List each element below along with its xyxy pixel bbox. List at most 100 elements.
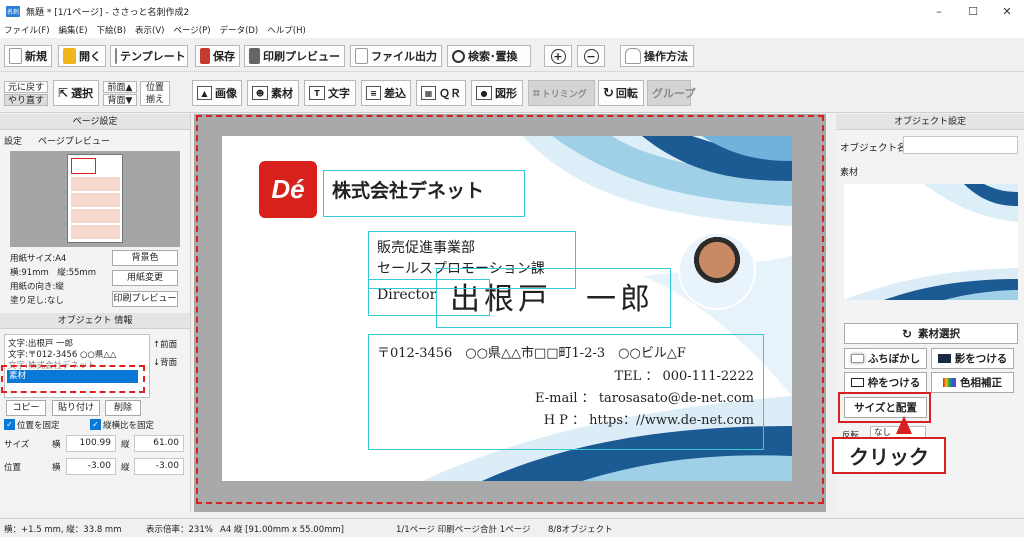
zoom-in-icon: +: [550, 48, 566, 64]
search-icon: [452, 49, 465, 63]
frame-icon: [850, 378, 864, 387]
qr-icon: ▦: [421, 86, 436, 100]
object-info-header: オブジェクト 情報: [0, 313, 190, 329]
image-icon: ▲: [197, 86, 212, 100]
click-callout: クリック: [832, 437, 946, 474]
send-back-button[interactable]: 背面▼: [103, 94, 137, 106]
redo-button[interactable]: やり直す: [4, 94, 48, 106]
undo-button[interactable]: 元に戻す: [4, 81, 48, 93]
maximize-button[interactable]: ☐: [958, 2, 988, 20]
save-icon: [200, 48, 210, 64]
pos-x-input[interactable]: -3.00: [66, 458, 116, 475]
tab-page-preview[interactable]: ページプレビュー: [38, 134, 110, 147]
new-button[interactable]: 新規: [4, 45, 52, 67]
rotate-icon: ↻: [603, 85, 614, 101]
profile-photo[interactable]: [678, 232, 756, 310]
image-tool-button[interactable]: ▲ 画像: [192, 80, 242, 106]
size-height-input[interactable]: 61.00: [134, 435, 184, 452]
tab-settings[interactable]: 設定: [4, 134, 22, 147]
app-icon: 名刺: [6, 5, 20, 17]
file-output-button[interactable]: ファイル出力: [350, 45, 442, 67]
page-count: 1/1ページ 印刷ページ合計 1ページ: [396, 525, 531, 535]
menu-background[interactable]: 下絵(B): [97, 24, 126, 36]
select-material-button[interactable]: ↻ 素材選択: [844, 323, 1018, 344]
cursor-arrow-icon: ⇱: [58, 86, 69, 100]
menu-help[interactable]: ヘルプ(H): [267, 24, 306, 36]
front-button[interactable]: ↑前面: [153, 338, 177, 350]
zoom-in-button[interactable]: +: [544, 45, 572, 67]
menu-file[interactable]: ファイル(F): [4, 24, 50, 36]
fix-ratio-checkbox[interactable]: ✓: [90, 419, 101, 430]
object-name-label: オブジェクト名: [840, 143, 907, 154]
align-button[interactable]: 位置 揃え: [140, 81, 170, 106]
shadow-icon: [937, 354, 951, 363]
pos-y-input[interactable]: -3.00: [134, 458, 184, 475]
size-width-input[interactable]: 100.99: [66, 435, 116, 452]
background-color-button[interactable]: 背景色: [112, 250, 178, 266]
material-preview: [844, 184, 1018, 300]
group-tool-button[interactable]: グループ: [647, 80, 695, 106]
selection-box-company: [323, 170, 525, 217]
blur-edge-button[interactable]: ふちぼかし: [844, 348, 927, 369]
zoom-level: 表示倍率：231%: [146, 525, 213, 535]
fix-position-checkbox[interactable]: ✓: [4, 419, 15, 430]
menu-edit[interactable]: 編集(E): [59, 24, 88, 36]
card-slots: [71, 177, 120, 240]
qr-tool-button[interactable]: ▦ ＱＲ: [416, 80, 466, 106]
blur-icon: [850, 354, 864, 363]
object-name-input[interactable]: [903, 136, 1018, 154]
rotate-tool-button[interactable]: ↻ 回転: [598, 80, 644, 106]
fix-position-label: 位置を固定: [17, 421, 60, 431]
zoom-out-button[interactable]: −: [577, 45, 605, 67]
tab-material[interactable]: 素材: [840, 165, 858, 178]
minimize-button[interactable]: –: [924, 2, 954, 20]
trim-tool-button[interactable]: ⌗ トリミング: [528, 80, 595, 106]
zoom-out-icon: −: [583, 48, 599, 64]
color-correct-button[interactable]: 色相補正: [931, 372, 1014, 393]
change-paper-button[interactable]: 用紙変更: [112, 270, 178, 286]
callout-arrow: [896, 416, 912, 434]
selection-box-name: [436, 268, 671, 328]
delete-button[interactable]: 削除: [105, 400, 141, 416]
size-height-label: 縦: [121, 440, 130, 450]
fix-ratio-label: 縦横比を固定: [103, 421, 155, 431]
select-tool-button[interactable]: ⇱ 選択: [53, 80, 99, 106]
selection-box-address: [368, 334, 764, 450]
help-button[interactable]: 操作方法: [620, 45, 694, 67]
search-replace-button[interactable]: 検索･置換: [447, 45, 531, 67]
open-button[interactable]: 開く: [58, 45, 106, 67]
paper-info: A4 縦 [91.00mm x 55.00mm]: [220, 525, 344, 535]
pos-y-label: 縦: [121, 463, 130, 473]
bring-front-button[interactable]: 前面▲: [103, 81, 137, 93]
add-shadow-button[interactable]: 影をつける: [931, 348, 1014, 369]
paper-dims-text: 横:91mm 縦:55mm: [10, 268, 96, 278]
business-card[interactable]: Dé 株式会社デネット 販売促進事業部 セールスプロモーション課 Directo…: [222, 136, 792, 481]
shape-tool-button[interactable]: ● 図形: [471, 80, 523, 106]
material-tool-button[interactable]: ☻ 素材: [247, 80, 299, 106]
size-label: サイズ: [4, 440, 30, 450]
company-logo[interactable]: Dé: [259, 161, 317, 218]
page-settings-header: ページ設定: [0, 114, 190, 130]
add-frame-button[interactable]: 枠をつける: [844, 372, 927, 393]
copy-button[interactable]: コピー: [6, 400, 46, 416]
new-file-icon: [9, 48, 22, 64]
window-title: 無題 * [1/1ページ] - ささっと名刺作成2: [26, 7, 190, 18]
close-button[interactable]: ✕: [992, 2, 1022, 20]
save-button[interactable]: 保存: [195, 45, 240, 67]
menu-data[interactable]: データ(D): [220, 24, 259, 36]
menu-view[interactable]: 表示(V): [135, 24, 164, 36]
print-preview-button[interactable]: 印刷プレビュー: [244, 45, 345, 67]
shape-icon: ●: [476, 86, 492, 100]
material-icon: ☻: [252, 86, 268, 100]
page-print-preview-button[interactable]: 印刷プレビュー: [112, 291, 178, 307]
pos-x-label: 横: [52, 463, 61, 473]
merge-tool-button[interactable]: ≡ 差込: [361, 80, 411, 106]
paste-button[interactable]: 貼り付け: [52, 400, 100, 416]
template-button[interactable]: テンプレート: [110, 45, 188, 67]
edit-toolbar: 元に戻す やり直す ⇱ 選択 前面▲ 背面▼ 位置 揃え ▲ 画像 ☻ 素材 T 文字 ≡…: [0, 73, 1024, 113]
back-button[interactable]: ↓背面: [153, 356, 177, 368]
crop-icon: ⌗: [533, 85, 540, 100]
menu-page[interactable]: ページ(P): [173, 24, 210, 36]
text-tool-button[interactable]: T 文字: [304, 80, 356, 106]
menu-bar: ファイル(F) 編集(E) 下絵(B) 表示(V) ページ(P) データ(D) …: [0, 22, 1024, 38]
